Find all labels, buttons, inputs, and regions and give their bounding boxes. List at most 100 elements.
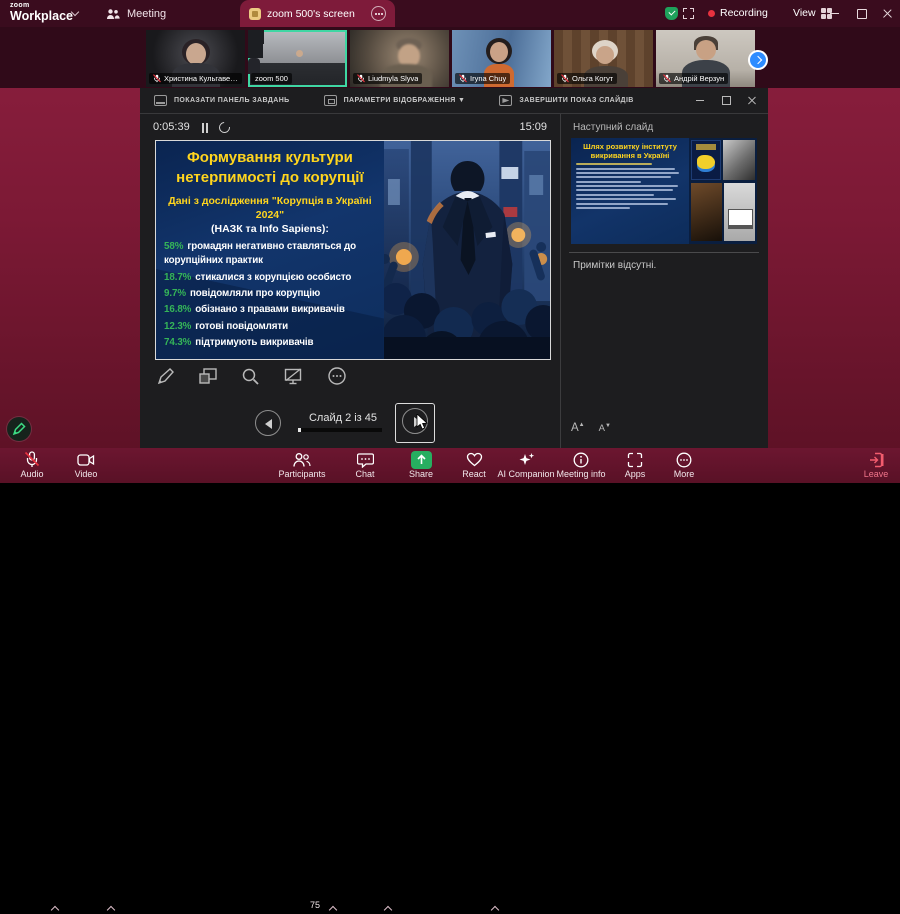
display-settings-menu-item[interactable]: ПАРАМЕТРИ ВІДОБРАЖЕННЯ ▼ — [323, 95, 466, 106]
previous-slide-button[interactable] — [255, 410, 281, 436]
next-slide-text-panel: Шлях розвитку інституту викривання в Укр… — [571, 138, 689, 244]
mic-muted-icon — [153, 74, 161, 83]
zoom-slide-icon[interactable] — [241, 367, 260, 386]
recording-indicator[interactable]: Recording — [708, 7, 768, 19]
recording-dot-icon — [708, 9, 715, 17]
presenter-maximize-button[interactable] — [720, 94, 732, 106]
react-label: React — [462, 469, 486, 479]
tab-options-ellipsis-icon[interactable] — [371, 6, 386, 21]
mic-muted-icon — [663, 74, 671, 83]
apps-button[interactable]: Apps — [610, 451, 660, 479]
show-taskbar-menu-item[interactable]: ПОКАЗАТИ ПАНЕЛЬ ЗАВДАНЬ — [154, 95, 290, 106]
meeting-toolbar: Audio Video Participants 75 Chat Share R… — [0, 448, 900, 914]
next-slide-thumbnail: Шлях розвитку інституту викривання в Укр… — [571, 138, 757, 244]
presenter-close-button[interactable] — [746, 94, 758, 106]
audio-label: Audio — [20, 469, 44, 479]
stat-row: 9.7% повідомляли про корупцію — [164, 288, 321, 299]
slide-text-panel: Формування культури нетерпимості до кору… — [156, 141, 384, 359]
info-icon — [573, 452, 589, 467]
security-shield-icon[interactable] — [665, 7, 678, 20]
presenter-menubar: ПОКАЗАТИ ПАНЕЛЬ ЗАВДАНЬ ПАРАМЕТРИ ВІДОБР… — [140, 88, 768, 114]
camera-icon — [77, 453, 95, 466]
chat-button[interactable]: Chat — [340, 451, 390, 479]
stat-row: 18.7% стикалися з корупцією особисто — [164, 271, 352, 283]
meeting-info-button[interactable]: Meeting info — [550, 451, 612, 479]
react-button[interactable]: React — [450, 451, 498, 479]
current-slide: Формування культури нетерпимості до кору… — [155, 140, 551, 360]
laptop-photo-image — [724, 183, 755, 241]
increase-font-button[interactable]: A▲ — [571, 422, 585, 434]
audio-options-chevron[interactable] — [50, 905, 60, 914]
tab-shared-screen[interactable]: zoom 500's screen — [240, 0, 395, 27]
chat-options-chevron[interactable] — [383, 905, 393, 914]
participants-button[interactable]: Participants — [272, 451, 332, 479]
decrease-font-button[interactable]: A▼ — [599, 423, 611, 434]
mic-muted-icon — [357, 74, 365, 83]
slide-title: Формування культури нетерпимості до кору… — [176, 149, 364, 186]
audio-button[interactable]: Audio — [8, 451, 56, 479]
chat-bubble-icon — [356, 452, 374, 468]
participant-name-label: Христина Кульгавець — [149, 73, 242, 84]
end-slideshow-icon — [499, 95, 513, 106]
more-button[interactable]: More — [660, 451, 708, 479]
heart-icon — [466, 452, 482, 467]
window-close-button[interactable] — [874, 0, 900, 27]
window-maximize-button[interactable] — [848, 0, 874, 27]
participant-name-label: Ольга Когут — [557, 73, 618, 84]
pen-tool-icon[interactable] — [156, 367, 175, 386]
video-tile-active-speaker[interactable]: zoom 500 — [248, 30, 347, 87]
ai-companion-button[interactable]: AI Companion — [494, 451, 558, 479]
gavel-photo-image — [691, 183, 722, 241]
video-button[interactable]: Video — [62, 451, 110, 479]
ai-sparkle-icon — [519, 452, 534, 465]
video-label: Video — [74, 469, 98, 479]
pause-timer-icon[interactable] — [201, 123, 209, 133]
video-options-chevron[interactable] — [106, 905, 116, 914]
presenter-minimize-button[interactable] — [694, 94, 706, 106]
titlebar: zoom Workplace Meeting zoom 500's screen… — [0, 0, 900, 27]
brand-workplace: Workplace — [10, 9, 73, 23]
more-options-icon[interactable] — [327, 366, 347, 386]
next-videos-page-button[interactable] — [748, 50, 768, 70]
participants-options-chevron[interactable] — [328, 905, 338, 914]
annotate-floating-button[interactable] — [7, 417, 31, 441]
video-tile-participant-5[interactable]: Ольга Когут — [554, 30, 653, 87]
share-screen-icon — [410, 450, 432, 469]
video-tile-participant-4[interactable]: Iryna Chuy — [452, 30, 551, 87]
end-slideshow-menu-item[interactable]: ЗАВЕРШИТИ ПОКАЗ СЛАЙДІВ — [499, 95, 633, 106]
presenter-window-controls — [694, 94, 758, 106]
display-settings-icon — [323, 95, 337, 106]
slide-position-label: Слайд 2 із 45 — [308, 412, 378, 424]
video-thumbnail-strip: Христина Кульгавець zoom 500 Liudmyla Sl… — [0, 27, 900, 88]
leave-button[interactable]: Leave — [852, 451, 900, 479]
current-clock-time: 15:09 — [519, 121, 547, 133]
more-ellipsis-icon — [676, 452, 692, 467]
participant-name-label: Андрій Верзун — [659, 73, 729, 84]
video-tile-participant-6[interactable]: Андрій Верзун — [656, 30, 755, 87]
arrow-left-icon — [265, 419, 272, 429]
window-minimize-button[interactable] — [822, 0, 848, 27]
next-slide-images — [689, 138, 757, 244]
ai-companion-label: AI Companion — [497, 469, 555, 479]
react-options-chevron[interactable] — [490, 905, 500, 914]
meeting-info-label: Meeting info — [556, 469, 606, 479]
see-all-slides-icon[interactable] — [198, 367, 218, 386]
slide-notes-text: Примітки відсутні. — [573, 260, 657, 271]
stat-row: 74.3% підтримують викривачів — [164, 337, 314, 349]
mouse-cursor — [416, 414, 428, 430]
presenter-slide-pane: 0:05:39 15:09 Формування культури нетерп… — [140, 114, 560, 448]
slide-progress-bar — [298, 428, 382, 432]
fullscreen-corners-icon[interactable] — [683, 8, 694, 19]
meeting-tab-label: Meeting — [127, 7, 167, 20]
video-tile-participant-1[interactable]: Христина Кульгавець — [146, 30, 245, 87]
video-tile-participant-3[interactable]: Liudmyla Slyva — [350, 30, 449, 87]
next-slide-header: Наступний слайд — [573, 122, 654, 133]
black-screen-icon[interactable] — [283, 367, 304, 386]
restart-timer-icon[interactable] — [216, 119, 233, 136]
pencil-icon — [12, 422, 26, 436]
tab-meeting[interactable]: Meeting — [96, 0, 176, 27]
stat-row: 16.8% обізнано з правами викривачів — [164, 304, 345, 316]
share-button[interactable]: Share — [394, 450, 448, 479]
book-cover-image — [691, 140, 721, 180]
slide-illustration-man-in-crowd — [383, 141, 550, 359]
